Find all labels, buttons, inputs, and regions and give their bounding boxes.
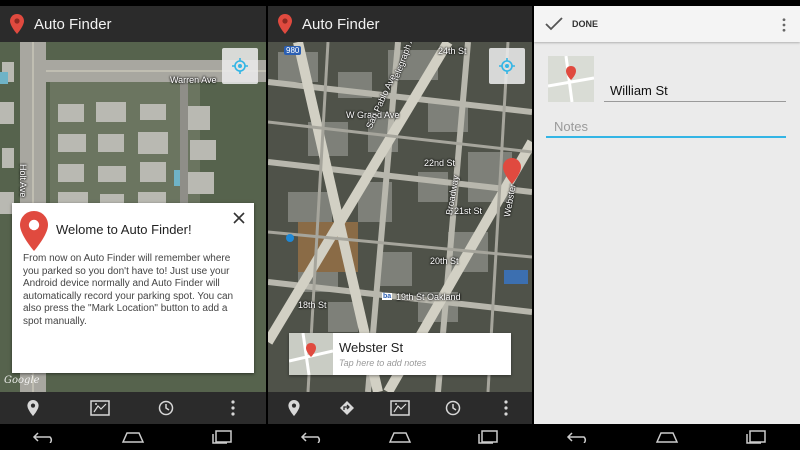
map-label-22nd-st: 22nd St [424,158,456,168]
home-button[interactable] [642,424,692,450]
map-label-highway-980: 980 [284,46,302,55]
edit-action-bar: DONE [534,6,800,42]
overflow-menu-button[interactable] [213,392,253,424]
home-button[interactable] [375,424,425,450]
recents-icon [745,430,766,444]
map-label-18th-st: 18th St [298,300,327,310]
home-icon [655,432,679,443]
directions-button[interactable] [327,392,367,424]
bottom-action-bar [268,392,532,424]
history-button[interactable] [146,392,186,424]
overflow-menu-icon [503,400,508,416]
system-nav-bar [0,424,266,450]
screen-welcome: Auto Finder Warren Ave Holt Ave Google W… [0,0,266,450]
parking-location-card[interactable]: Webster St Tap here to add notes [289,333,511,375]
welcome-title: Welome to Auto Finder! [56,222,192,237]
action-bar: Auto Finder [0,6,266,42]
map-label-holt-ave: Holt Ave [18,164,28,198]
map-label-warren-ave: Warren Ave [170,75,217,85]
map-label-24th-st: 24th St [438,46,467,56]
notes-placeholder: Notes [554,119,588,134]
location-thumbnail [289,333,333,375]
crosshair-icon [499,58,515,74]
recents-button[interactable] [463,424,513,450]
mark-location-button[interactable] [13,392,53,424]
map-pin-icon [288,400,300,416]
map-pin-icon [27,400,39,416]
add-notes-hint: Tap here to add notes [339,358,427,368]
clock-icon [159,400,174,416]
close-button[interactable] [232,211,246,225]
google-logo: Google [4,375,40,386]
bottom-action-bar [0,392,266,424]
home-icon [388,432,412,443]
overflow-menu-icon [782,18,786,32]
app-logo-pin-icon [268,14,302,34]
screen-map: Auto Finder 980 24th St W Grand Ave Tele… [268,0,532,450]
app-logo-pin-icon [0,14,34,34]
welcome-dialog: Welome to Auto Finder! From now on Auto … [12,203,254,373]
history-button[interactable] [433,392,473,424]
screen-edit-location: DONE William St Notes [534,0,800,450]
map-type-button[interactable] [80,392,120,424]
app-title: Auto Finder [34,15,112,33]
map-label-20th-st: 20th St [430,256,459,266]
action-bar: Auto Finder [268,6,532,42]
back-button[interactable] [19,424,69,450]
map-icon [390,400,410,416]
back-button[interactable] [287,424,337,450]
notes-input[interactable]: Notes [546,112,786,138]
location-street: Webster St [339,340,404,355]
overflow-menu-button[interactable] [486,392,526,424]
map-label-19th-st-oakland: 19th St Oakland [396,292,461,302]
map-view[interactable]: 980 24th St W Grand Ave Telegraph Ave Sa… [268,42,532,392]
done-button[interactable]: DONE [534,6,598,42]
map-label-21st-st: 21st St [454,206,483,216]
welcome-body: From now on Auto Finder will remember wh… [23,253,234,327]
overflow-menu-button[interactable] [782,18,786,37]
back-icon [300,432,321,443]
recents-icon [478,430,498,444]
home-icon [121,432,145,443]
crosshair-icon [232,58,248,74]
mark-location-button[interactable] [274,392,314,424]
directions-icon [340,401,355,415]
overflow-menu-icon [231,400,235,416]
map-icon [90,400,110,416]
street-name-field[interactable]: William St [604,76,786,102]
back-button[interactable] [553,424,603,450]
location-thumbnail [548,56,594,102]
my-location-button[interactable] [489,48,525,84]
street-name-value: William St [610,83,668,98]
map-pin-icon [20,211,48,256]
bart-logo: ba [382,293,393,300]
app-title: Auto Finder [302,15,380,33]
map-type-button[interactable] [380,392,420,424]
close-icon [233,212,245,224]
checkmark-icon [545,17,563,31]
recents-button[interactable] [731,424,781,450]
system-nav-bar [268,424,532,450]
recents-button[interactable] [197,424,247,450]
done-label: DONE [572,19,599,29]
recents-icon [211,430,232,444]
clock-icon [445,400,461,416]
my-location-button[interactable] [222,48,258,84]
system-nav-bar [534,424,800,450]
back-icon [567,432,587,443]
home-button[interactable] [108,424,158,450]
back-icon [33,432,53,443]
